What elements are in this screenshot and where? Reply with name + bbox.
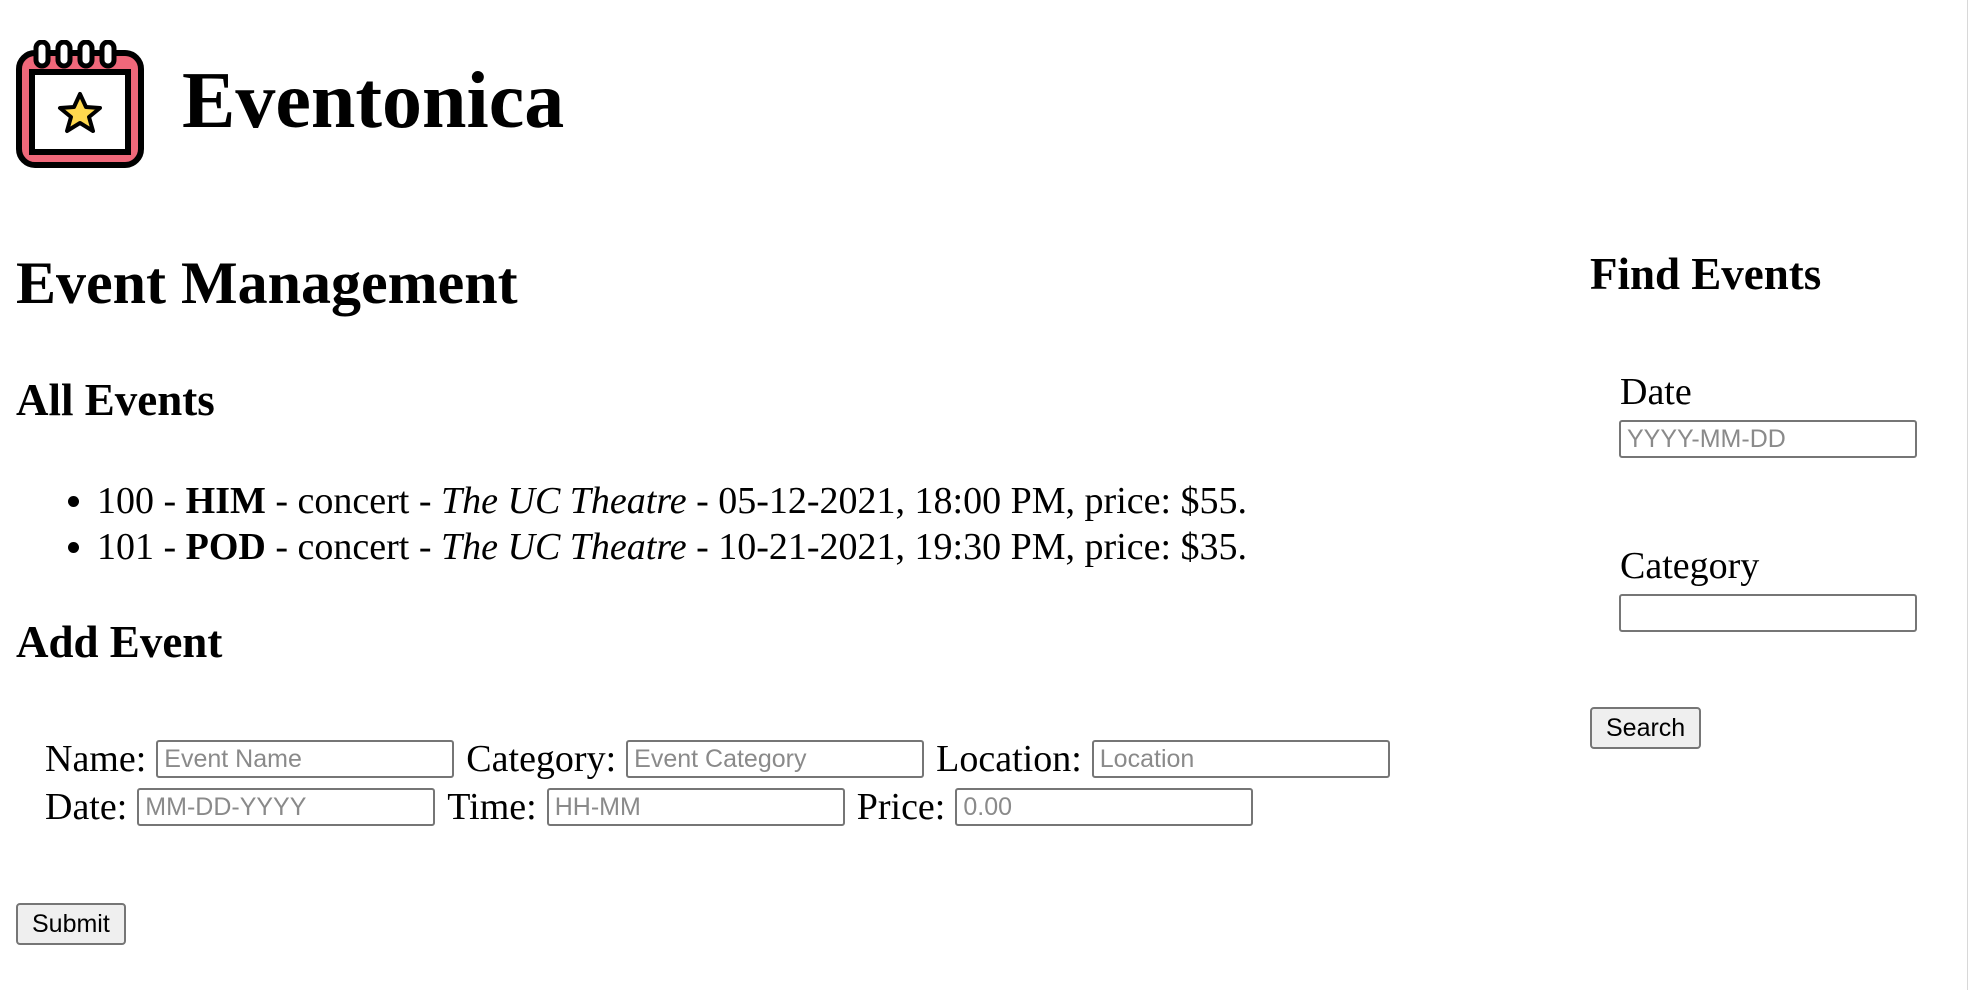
search-button[interactable]: Search [1590, 707, 1702, 749]
form-row-1: Name: Category: Location: [45, 735, 1402, 783]
list-item: 101 - POD - concert - The UC Theatre - 1… [97, 524, 1247, 570]
time-label: Time: [447, 786, 537, 828]
event-time-input[interactable] [546, 788, 845, 826]
add-event-heading: Add Event [16, 617, 223, 667]
submit-button[interactable]: Submit [16, 903, 126, 945]
search-date-label: Date [1620, 371, 1692, 413]
search-category-label: Category [1620, 545, 1760, 587]
calendar-star-icon [16, 40, 144, 168]
app-header: Eventonica [16, 40, 564, 170]
form-row-2: Date: Time: Price: [45, 783, 1402, 831]
location-label: Location: [936, 738, 1082, 780]
date-label: Date: [45, 786, 128, 828]
event-location-input[interactable] [1091, 740, 1390, 778]
price-label: Price: [856, 786, 946, 828]
search-date-input[interactable] [1619, 420, 1917, 458]
add-event-form: Name: Category: Location: Date: Time: Pr… [45, 735, 1402, 831]
event-category-input[interactable] [626, 740, 925, 778]
event-price-input[interactable] [955, 788, 1254, 826]
event-name-input[interactable] [156, 740, 455, 778]
all-events-heading: All Events [16, 375, 215, 425]
page-title: Event Management [16, 250, 518, 316]
list-item: 100 - HIM - concert - The UC Theatre - 0… [97, 478, 1247, 524]
search-category-input[interactable] [1619, 594, 1917, 632]
find-events-sidebar: Find Events Date Category Search [1590, 249, 1950, 749]
category-label: Category: [466, 738, 617, 780]
app-title: Eventonica [182, 57, 565, 145]
name-label: Name: [45, 738, 147, 780]
events-list: 100 - HIM - concert - The UC Theatre - 0… [16, 478, 1247, 570]
find-events-heading: Find Events [1590, 249, 1822, 299]
event-date-input[interactable] [137, 788, 436, 826]
scrollbar-edge [1967, 0, 1968, 990]
